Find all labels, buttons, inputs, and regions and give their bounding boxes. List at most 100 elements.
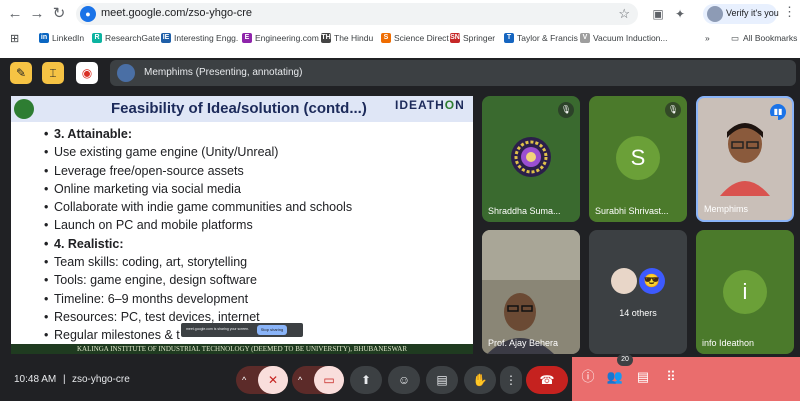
- list-item: • Online marketing via social media: [44, 181, 241, 196]
- site-info-icon[interactable]: ●: [80, 6, 96, 22]
- the-hindu-icon: TH: [321, 33, 331, 43]
- bookmark-researchgate[interactable]: R ResearchGate: [92, 31, 160, 45]
- list-item: • Timeline: 6–9 months development: [44, 291, 249, 306]
- others-count-label: 14 others: [619, 308, 657, 318]
- participant-video: [712, 116, 778, 196]
- leave-call-icon[interactable]: ☎: [526, 366, 568, 394]
- presenter-label: Memphims (Presenting, annotating): [144, 67, 303, 78]
- mic-control[interactable]: ^ ✕: [236, 366, 288, 394]
- participant-tile[interactable]: 🎙 Shraddha Suma...: [482, 96, 580, 222]
- taylor-francis-icon: T: [504, 33, 514, 43]
- participant-tile[interactable]: i info Ideathon: [696, 230, 794, 354]
- bookmark-springer[interactable]: SN Springer: [450, 31, 495, 45]
- more-options-icon[interactable]: ⋮: [500, 366, 522, 394]
- bookmark-interesting-engg[interactable]: IE Interesting Engg.: [161, 31, 238, 45]
- activities-icon[interactable]: ⠿: [662, 368, 680, 386]
- record-icon[interactable]: ◉: [76, 62, 98, 84]
- mic-off-icon: 🎙: [558, 102, 574, 118]
- screen-share-notice: meet.google.com is sharing your screen. …: [181, 323, 303, 337]
- people-count-badge: 20: [617, 354, 633, 366]
- chat-icon[interactable]: ▤: [634, 368, 652, 386]
- folder-icon: ▭: [731, 32, 740, 43]
- captions-icon[interactable]: ▤: [426, 366, 458, 394]
- list-item: • Launch on PC and mobile platforms: [44, 218, 253, 233]
- engineering-icon: E: [242, 33, 252, 43]
- separator: |: [63, 374, 66, 385]
- list-item: • Tools: game engine, design software: [44, 273, 257, 288]
- chevron-up-icon[interactable]: ^: [242, 366, 246, 394]
- participant-name: Prof. Ajay Behera: [488, 338, 559, 348]
- camera-off-icon[interactable]: ▭: [314, 366, 344, 394]
- participant-tile-active-speaker[interactable]: ▮▮ Memphims: [696, 96, 794, 222]
- meeting-code: zso-yhgo-cre: [72, 374, 130, 385]
- bookmark-science-direct[interactable]: S Science Direct: [381, 31, 449, 45]
- annotation-toolbar-icon[interactable]: ✎: [10, 62, 32, 84]
- mic-off-icon: 🎙: [665, 102, 681, 118]
- linkedin-icon: in: [39, 33, 49, 43]
- list-item: • Use existing game engine (Unity/Unreal): [44, 145, 279, 160]
- puzzle-icon[interactable]: ✦: [672, 6, 688, 22]
- apps-grid-icon[interactable]: ⊞: [10, 31, 19, 45]
- url-text: meet.google.com/zso-yhgo-cre: [101, 7, 253, 19]
- slide-header: Feasibility of Idea/solution (contd...) …: [11, 96, 473, 122]
- participant-name: Surabhi Shrivast...: [595, 206, 669, 216]
- participant-name: info Ideathon: [702, 338, 755, 348]
- profile-label: Verify it's you: [726, 8, 779, 18]
- browser-chrome: ← → ↻ ● meet.google.com/zso-yhgo-cre ☆ ▣…: [0, 0, 800, 58]
- bookmark-star-icon[interactable]: ☆: [618, 6, 630, 22]
- camera-control[interactable]: ^ ▭: [292, 366, 344, 394]
- forward-icon[interactable]: →: [28, 5, 46, 23]
- others-tile[interactable]: 😎 14 others: [589, 230, 687, 354]
- side-panel-controls: ⓘ 👥 ▤ ⠿: [572, 357, 800, 401]
- bookmark-engineering[interactable]: E Engineering.com: [242, 31, 319, 45]
- all-bookmarks-folder[interactable]: ▭ All Bookmarks: [731, 31, 797, 45]
- participant-avatar: [611, 268, 637, 294]
- share-notice-text: meet.google.com is sharing your screen.: [186, 327, 250, 331]
- mic-off-icon[interactable]: ✕: [258, 366, 288, 394]
- presentation-slide: Feasibility of Idea/solution (contd...) …: [11, 96, 473, 354]
- present-screen-icon[interactable]: ⬆: [350, 366, 382, 394]
- pointer-tool-icon[interactable]: ⌶: [42, 62, 64, 84]
- bookmarks-overflow-icon[interactable]: »: [705, 31, 710, 45]
- bookmark-linkedin[interactable]: in LinkedIn: [39, 31, 84, 45]
- list-item: • 3. Attainable:: [44, 127, 133, 141]
- participant-initial: S: [616, 136, 660, 180]
- presenter-avatar: [117, 64, 135, 82]
- chevron-up-icon[interactable]: ^: [298, 366, 302, 394]
- stop-sharing-button[interactable]: Stop sharing: [257, 325, 287, 335]
- interesting-engg-icon: IE: [161, 33, 171, 43]
- slide-bullet-list: • 3. Attainable: • Use existing game engin…: [44, 125, 352, 345]
- kiit-logo: [14, 99, 34, 119]
- meeting-info-icon[interactable]: ⓘ: [579, 368, 597, 386]
- participant-name: Shraddha Suma...: [488, 206, 561, 216]
- list-item: • Leverage free/open-source assets: [44, 163, 244, 178]
- list-item: • Collaborate with indie game communities…: [44, 200, 353, 215]
- reload-icon[interactable]: ↻: [50, 5, 68, 23]
- raise-hand-icon[interactable]: ✋: [464, 366, 496, 394]
- address-bar[interactable]: ● meet.google.com/zso-yhgo-cre ☆: [76, 3, 638, 25]
- extension-icon[interactable]: ▣: [650, 6, 666, 22]
- participant-video: [482, 230, 580, 354]
- participant-tile[interactable]: 🎙 S Surabhi Shrivast...: [589, 96, 687, 222]
- ideathon-logo: IDEATHON: [395, 98, 465, 112]
- people-icon[interactable]: 👥: [606, 368, 624, 386]
- science-direct-icon: S: [381, 33, 391, 43]
- meeting-time: 10:48 AM: [14, 374, 57, 385]
- emoji-icon[interactable]: ☺: [388, 366, 420, 394]
- bookmark-the-hindu[interactable]: TH The Hindu: [321, 31, 373, 45]
- researchgate-icon: R: [92, 33, 102, 43]
- sunglasses-emoji-icon: 😎: [639, 268, 665, 294]
- back-icon[interactable]: ←: [6, 5, 24, 23]
- slide-footer: KALINGA INSTITUTE OF INDUSTRIAL TECHNOLO…: [11, 344, 473, 354]
- participant-name: Memphims: [704, 204, 749, 214]
- presenter-bar: Memphims (Presenting, annotating): [110, 60, 796, 86]
- participant-tile[interactable]: 🎙 Prof. Ajay Behera: [482, 230, 580, 354]
- bookmark-vacuum-induction[interactable]: V Vacuum Induction...: [580, 31, 668, 45]
- browser-menu-icon[interactable]: ⋮: [783, 4, 796, 20]
- mandala-avatar: [511, 137, 551, 177]
- slide-title: Feasibility of Idea/solution (contd...): [111, 100, 367, 117]
- list-item: • Team skills: coding, art, storytelling: [44, 255, 248, 270]
- bookmark-taylor-francis[interactable]: T Taylor & Francis: [504, 31, 578, 45]
- profile-button[interactable]: Verify it's you: [703, 4, 779, 24]
- vacuum-induction-icon: V: [580, 33, 590, 43]
